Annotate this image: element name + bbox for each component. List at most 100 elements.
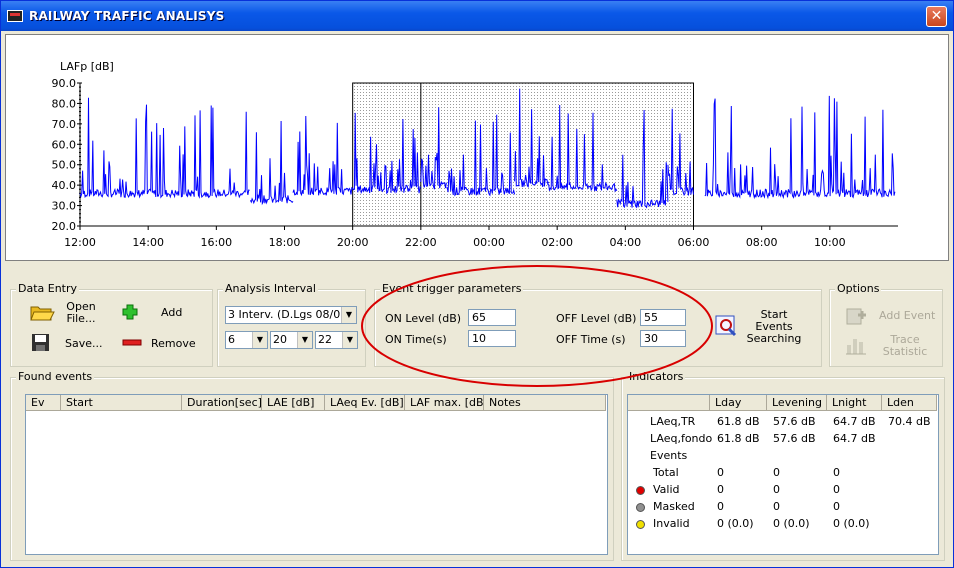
day-start-hour-value: 6 bbox=[228, 333, 235, 346]
column-header[interactable]: Duration[sec] bbox=[182, 395, 262, 411]
column-header[interactable]: Ev bbox=[26, 395, 61, 411]
train-icon bbox=[7, 10, 23, 22]
add-icon[interactable] bbox=[122, 304, 138, 320]
x-tick-label: 20:00 bbox=[337, 236, 369, 249]
remove-icon[interactable] bbox=[122, 338, 142, 348]
indicator-value: 0 bbox=[833, 500, 840, 513]
analysis-interval-group: Analysis Interval bbox=[217, 282, 366, 367]
y-tick-label: 70.0 bbox=[52, 118, 77, 131]
indicators-table[interactable]: Lday Levening Lnight Lden LAeq,TR 61.8 dB… bbox=[627, 394, 939, 555]
chevron-down-icon[interactable]: ▼ bbox=[297, 332, 312, 348]
on-level-label: ON Level (dB) bbox=[385, 312, 462, 325]
indicator-value: 70.4 dB bbox=[888, 415, 931, 428]
column-header[interactable]: Lnight bbox=[827, 395, 882, 411]
indicators-label: Indicators bbox=[627, 370, 686, 383]
x-tick-label: 14:00 bbox=[132, 236, 164, 249]
open-folder-icon[interactable] bbox=[29, 301, 55, 323]
off-time-input[interactable]: 30 bbox=[640, 330, 686, 347]
y-tick-label: 40.0 bbox=[52, 179, 77, 192]
indicator-row-label: Total bbox=[653, 466, 679, 479]
indicator-row-label: Valid bbox=[653, 483, 680, 496]
day-start-hour-select[interactable]: 6 ▼ bbox=[225, 331, 268, 349]
save-button[interactable]: Save... bbox=[65, 337, 103, 350]
magnifier-icon[interactable] bbox=[714, 314, 738, 338]
x-tick-label: 22:00 bbox=[405, 236, 437, 249]
column-header[interactable]: Lday bbox=[710, 395, 767, 411]
noise-level-chart[interactable]: LAFp [dB] 90.0 80.0 70.0 60.0 50.0 40.0 30.0 20.… bbox=[6, 35, 948, 260]
indicator-value: 57.6 dB bbox=[773, 432, 816, 445]
found-events-label: Found events bbox=[16, 370, 95, 383]
indicator-value: 0 bbox=[717, 500, 724, 513]
column-header[interactable]: LAE [dB] bbox=[262, 395, 325, 411]
add-button[interactable]: Add bbox=[161, 306, 182, 319]
chevron-down-icon[interactable]: ▼ bbox=[342, 332, 357, 348]
trace-statistic-button[interactable]: Trace Statistic bbox=[877, 334, 933, 358]
x-tick-label: 00:00 bbox=[473, 236, 505, 249]
chevron-down-icon[interactable]: ▼ bbox=[341, 307, 356, 323]
status-dot-icon bbox=[636, 486, 645, 495]
indicator-value: 0 bbox=[773, 483, 780, 496]
on-level-input[interactable]: 65 bbox=[468, 309, 516, 326]
add-event-button[interactable]: Add Event bbox=[879, 309, 935, 322]
night-start-hour-value: 22 bbox=[318, 333, 332, 346]
close-button[interactable]: ✕ bbox=[926, 6, 947, 27]
indicator-value: 0 bbox=[717, 466, 724, 479]
analysis-interval-label: Analysis Interval bbox=[223, 282, 318, 295]
event-trigger-label: Event trigger parameters bbox=[380, 282, 524, 295]
app-window: RAILWAY TRAFFIC ANALISYS ✕ LAFp [dB] 90.0… bbox=[0, 0, 954, 568]
status-dot-icon bbox=[636, 503, 645, 512]
y-tick-label: 80.0 bbox=[52, 97, 77, 110]
x-tick-label: 12:00 bbox=[64, 236, 96, 249]
on-time-label: ON Time(s) bbox=[385, 333, 447, 346]
column-header[interactable]: Start bbox=[61, 395, 182, 411]
indicator-value: 0 bbox=[773, 500, 780, 513]
remove-button[interactable]: Remove bbox=[151, 337, 196, 350]
column-header[interactable]: LAeq Ev. [dB] bbox=[325, 395, 405, 411]
column-header[interactable]: LAF max. [dB] bbox=[405, 395, 488, 411]
trace-statistic-icon[interactable] bbox=[844, 333, 868, 357]
indicator-value: 0 bbox=[773, 466, 780, 479]
indicator-row-label: Masked bbox=[653, 500, 695, 513]
found-events-list[interactable]: Ev Start Duration[sec] LAE [dB] LAeq Ev.… bbox=[25, 394, 608, 555]
title-bar: RAILWAY TRAFFIC ANALISYS ✕ bbox=[1, 1, 953, 31]
add-event-icon[interactable] bbox=[844, 305, 868, 327]
indicator-value: 64.7 dB bbox=[833, 415, 876, 428]
interval-mode-value: 3 Interv. (D.Lgs 08/05) bbox=[228, 308, 352, 321]
x-tick-label: 04:00 bbox=[609, 236, 641, 249]
status-dot-icon bbox=[636, 520, 645, 529]
y-tick-label: 90.0 bbox=[52, 77, 77, 90]
column-header[interactable] bbox=[628, 395, 710, 411]
night-start-hour-select[interactable]: 22 ▼ bbox=[315, 331, 358, 349]
column-header[interactable]: Levening bbox=[767, 395, 827, 411]
data-entry-label: Data Entry bbox=[16, 282, 80, 295]
open-file-button[interactable]: Open File... bbox=[61, 301, 101, 325]
indicator-value: 0 bbox=[833, 466, 840, 479]
x-tick-label: 10:00 bbox=[814, 236, 846, 249]
chart-panel[interactable]: LAFp [dB] 90.0 80.0 70.0 60.0 50.0 40.0 30.0 20.… bbox=[5, 34, 949, 261]
x-tick-label: 16:00 bbox=[200, 236, 232, 249]
on-time-input[interactable]: 10 bbox=[468, 330, 516, 347]
options-label: Options bbox=[835, 282, 882, 295]
column-header[interactable]: Notes bbox=[484, 395, 606, 411]
column-header[interactable]: Lden bbox=[882, 395, 937, 411]
indicator-row-label: LAeq,TR bbox=[650, 415, 696, 428]
off-time-label: OFF Time (s) bbox=[556, 333, 626, 346]
indicator-row-label: Events bbox=[650, 449, 688, 462]
interval-mode-select[interactable]: 3 Interv. (D.Lgs 08/05) ▼ bbox=[225, 306, 357, 324]
indicator-value: 61.8 dB bbox=[717, 415, 760, 428]
indicator-row-label: LAeq,fondo bbox=[650, 432, 713, 445]
chevron-down-icon[interactable]: ▼ bbox=[252, 332, 267, 348]
y-tick-label: 60.0 bbox=[52, 138, 77, 151]
indicator-value: 0 (0.0) bbox=[773, 517, 810, 530]
window-title: RAILWAY TRAFFIC ANALISYS bbox=[29, 9, 225, 23]
save-disk-icon[interactable] bbox=[31, 333, 51, 353]
evening-start-hour-select[interactable]: 20 ▼ bbox=[270, 331, 313, 349]
start-events-searching-button[interactable]: Start Events Searching bbox=[743, 309, 805, 345]
indicator-value: 0 bbox=[833, 483, 840, 496]
indicator-value: 64.7 dB bbox=[833, 432, 876, 445]
indicator-row-label: Invalid bbox=[653, 517, 690, 530]
x-tick-label: 06:00 bbox=[678, 236, 710, 249]
indicator-value: 0 (0.0) bbox=[833, 517, 870, 530]
off-level-input[interactable]: 55 bbox=[640, 309, 686, 326]
evening-start-hour-value: 20 bbox=[273, 333, 287, 346]
